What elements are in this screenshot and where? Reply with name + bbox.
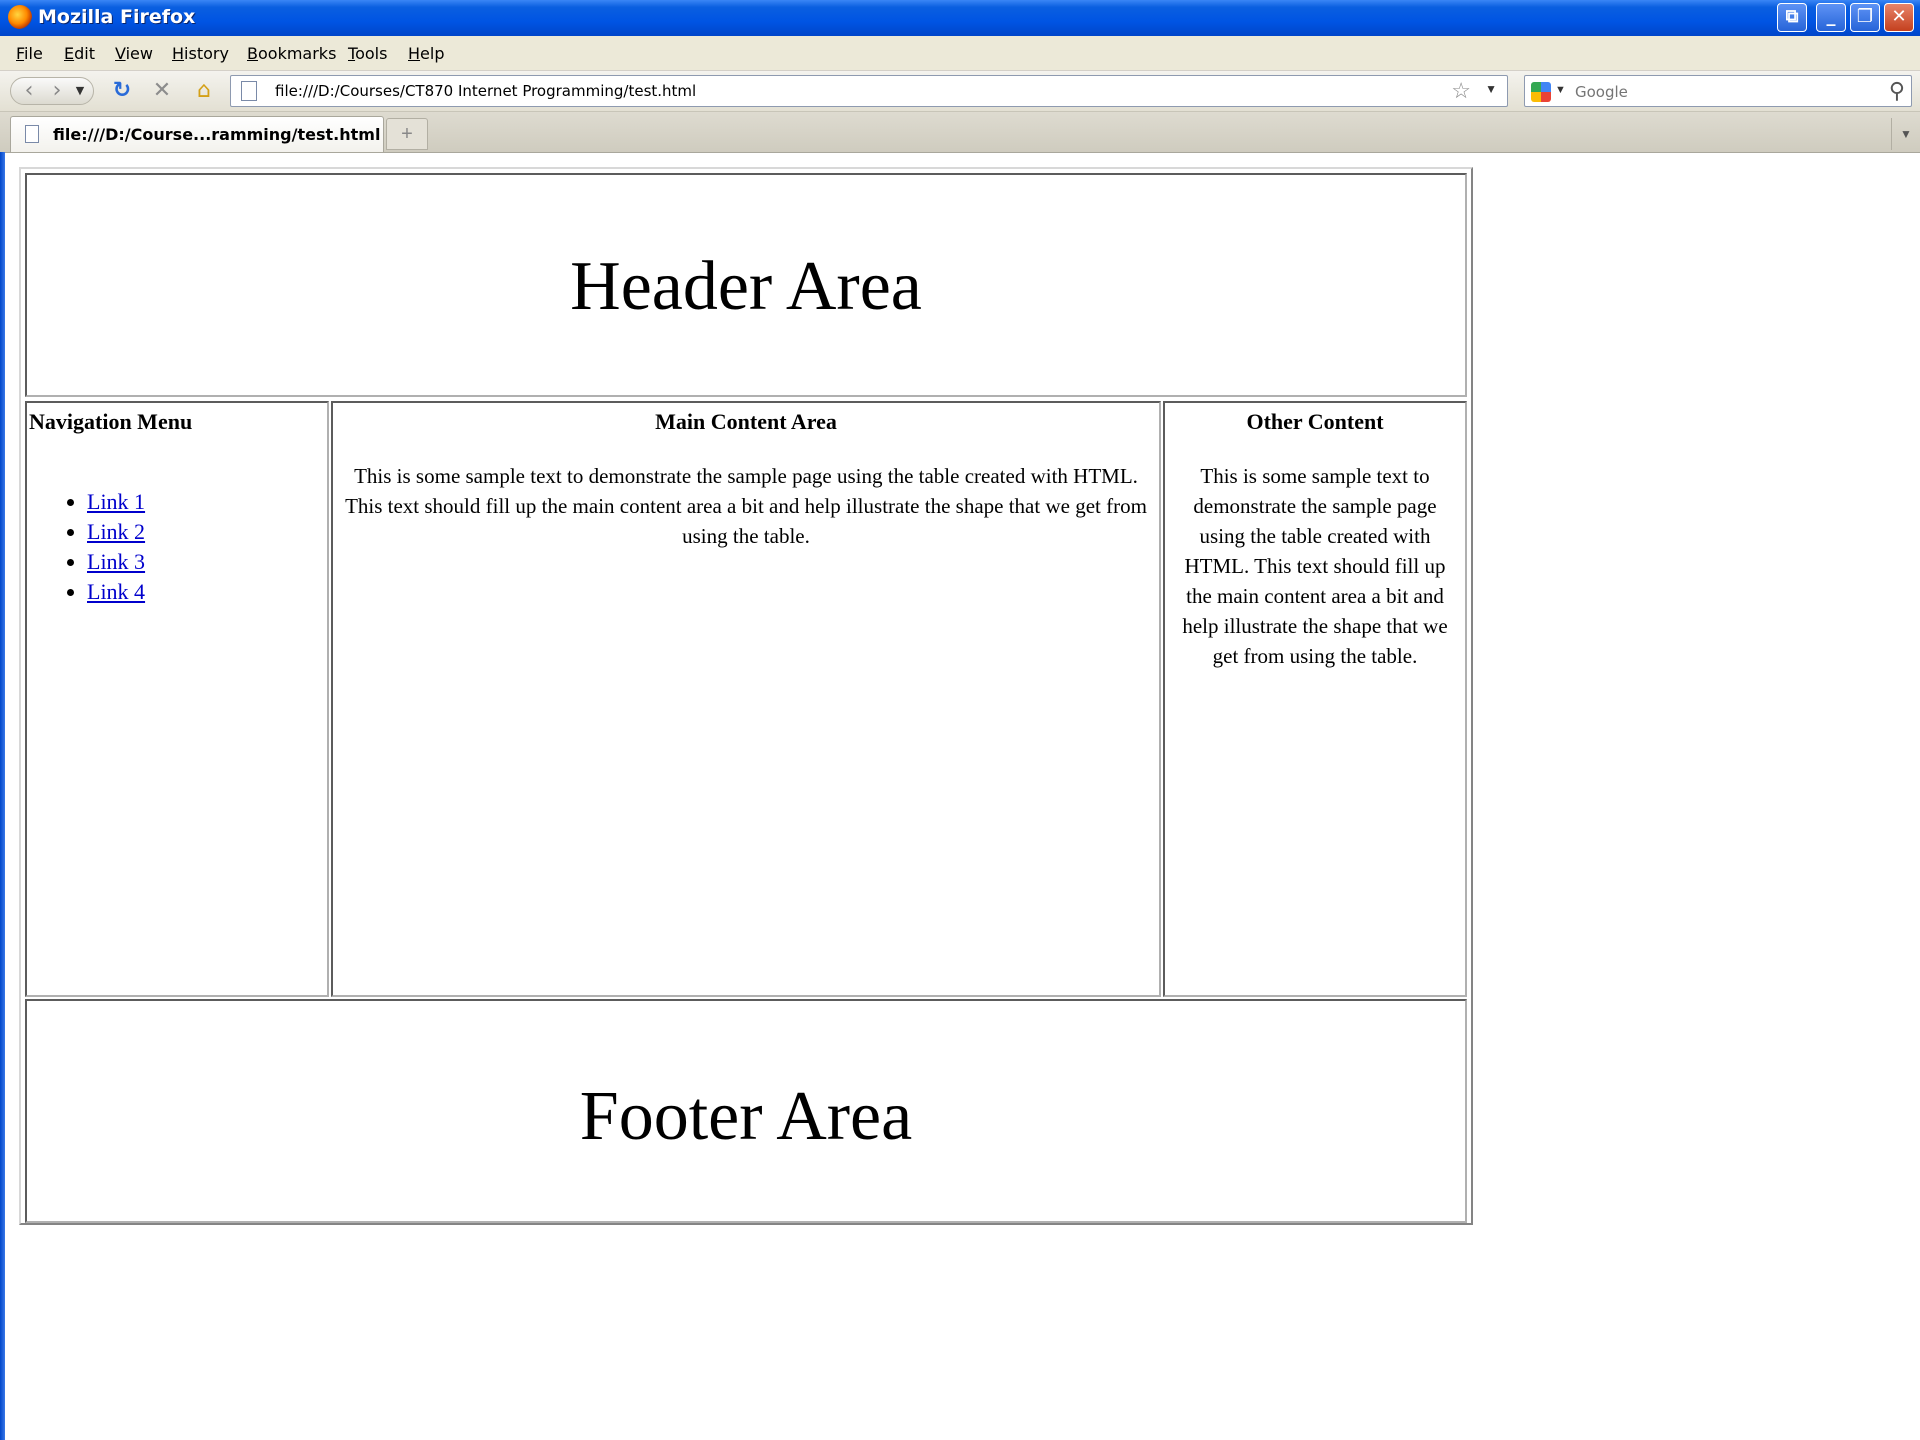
stop-icon[interactable]: ✕ xyxy=(148,77,176,105)
url-text[interactable]: file:///D:/Courses/CT870 Internet Progra… xyxy=(275,82,696,100)
minimize-button[interactable]: _ xyxy=(1816,3,1846,32)
page-content: Header Area Navigation Menu Link 1 Link … xyxy=(5,153,1920,1440)
tab-list-dropdown-icon[interactable]: ▼ xyxy=(1891,118,1920,150)
new-tab-button[interactable]: + xyxy=(386,118,428,150)
main-content-cell: Main Content Area This is some sample te… xyxy=(331,401,1161,997)
tab-label: file:///D:/Course...ramming/test.html xyxy=(53,125,381,144)
close-button[interactable]: ✕ xyxy=(1884,3,1914,32)
header-cell: Header Area xyxy=(25,173,1467,397)
main-content-heading: Main Content Area xyxy=(655,409,837,434)
nav-link-4[interactable]: Link 4 xyxy=(87,579,145,604)
google-engine-icon[interactable] xyxy=(1531,82,1551,102)
nav-link-1[interactable]: Link 1 xyxy=(87,489,145,514)
menu-view[interactable]: View xyxy=(115,44,153,63)
menu-bar: File Edit View History Bookmarks Tools H… xyxy=(0,36,1920,71)
reload-icon[interactable]: ↻ xyxy=(108,77,136,105)
url-dropdown-icon[interactable]: ▼ xyxy=(1485,82,1497,96)
list-item: Link 4 xyxy=(87,577,327,607)
main-content-text: This is some sample text to demonstrate … xyxy=(345,464,1147,548)
navigation-list: Link 1 Link 2 Link 3 Link 4 xyxy=(27,487,327,607)
nav-link-3[interactable]: Link 3 xyxy=(87,549,145,574)
search-icon[interactable]: ⚲ xyxy=(1889,78,1905,104)
other-content-cell: Other Content This is some sample text t… xyxy=(1163,401,1467,997)
list-item: Link 1 xyxy=(87,487,327,517)
maximize-button[interactable]: ❐ xyxy=(1850,3,1880,32)
nav-link-2[interactable]: Link 2 xyxy=(87,519,145,544)
menu-help[interactable]: Help xyxy=(408,44,444,63)
bookmark-star-icon[interactable]: ☆ xyxy=(1451,78,1471,104)
menu-bookmarks[interactable]: Bookmarks xyxy=(247,44,336,63)
navigation-heading: Navigation Menu xyxy=(29,409,193,434)
search-input[interactable] xyxy=(1573,80,1867,104)
navigation-cell: Navigation Menu Link 1 Link 2 Link 3 Lin… xyxy=(25,401,329,997)
menu-file[interactable]: File xyxy=(16,44,43,63)
tab-bar: file:///D:/Course...ramming/test.html + … xyxy=(0,112,1920,153)
list-item: Link 3 xyxy=(87,547,327,577)
menu-tools[interactable]: Tools xyxy=(348,44,387,63)
extra-window-button[interactable]: ⧉ xyxy=(1777,3,1807,32)
footer-cell: Footer Area xyxy=(25,999,1467,1223)
menu-edit[interactable]: Edit xyxy=(64,44,95,63)
page-icon xyxy=(241,81,257,101)
forward-arrow-icon[interactable]: › xyxy=(45,77,69,105)
back-arrow-icon[interactable]: ‹ xyxy=(17,77,41,105)
footer-title: Footer Area xyxy=(579,1078,913,1155)
header-title: Header Area xyxy=(570,248,922,325)
page-icon xyxy=(25,125,39,143)
history-dropdown-icon[interactable]: ▼ xyxy=(71,77,89,105)
window-title: Mozilla Firefox xyxy=(38,6,196,28)
url-bar[interactable]: file:///D:/Courses/CT870 Internet Progra… xyxy=(230,75,1508,107)
tab-active[interactable]: file:///D:/Course...ramming/test.html xyxy=(10,116,384,152)
title-bar: Mozilla Firefox ⧉ _ ❐ ✕ xyxy=(0,0,1920,36)
firefox-logo-icon xyxy=(8,5,32,29)
navigation-toolbar: ‹ › ▼ ↻ ✕ ⌂ file:///D:/Courses/CT870 Int… xyxy=(0,71,1920,112)
layout-table: Header Area Navigation Menu Link 1 Link … xyxy=(19,167,1473,1225)
engine-dropdown-icon[interactable]: ▼ xyxy=(1555,84,1566,96)
other-content-heading: Other Content xyxy=(1246,409,1384,434)
home-icon[interactable]: ⌂ xyxy=(190,77,218,105)
other-content-text: This is some sample text to demonstrate … xyxy=(1182,464,1448,668)
back-forward-group: ‹ › ▼ xyxy=(10,77,94,105)
menu-history[interactable]: History xyxy=(172,44,229,63)
search-bar[interactable]: ▼ ⚲ xyxy=(1524,75,1912,107)
list-item: Link 2 xyxy=(87,517,327,547)
